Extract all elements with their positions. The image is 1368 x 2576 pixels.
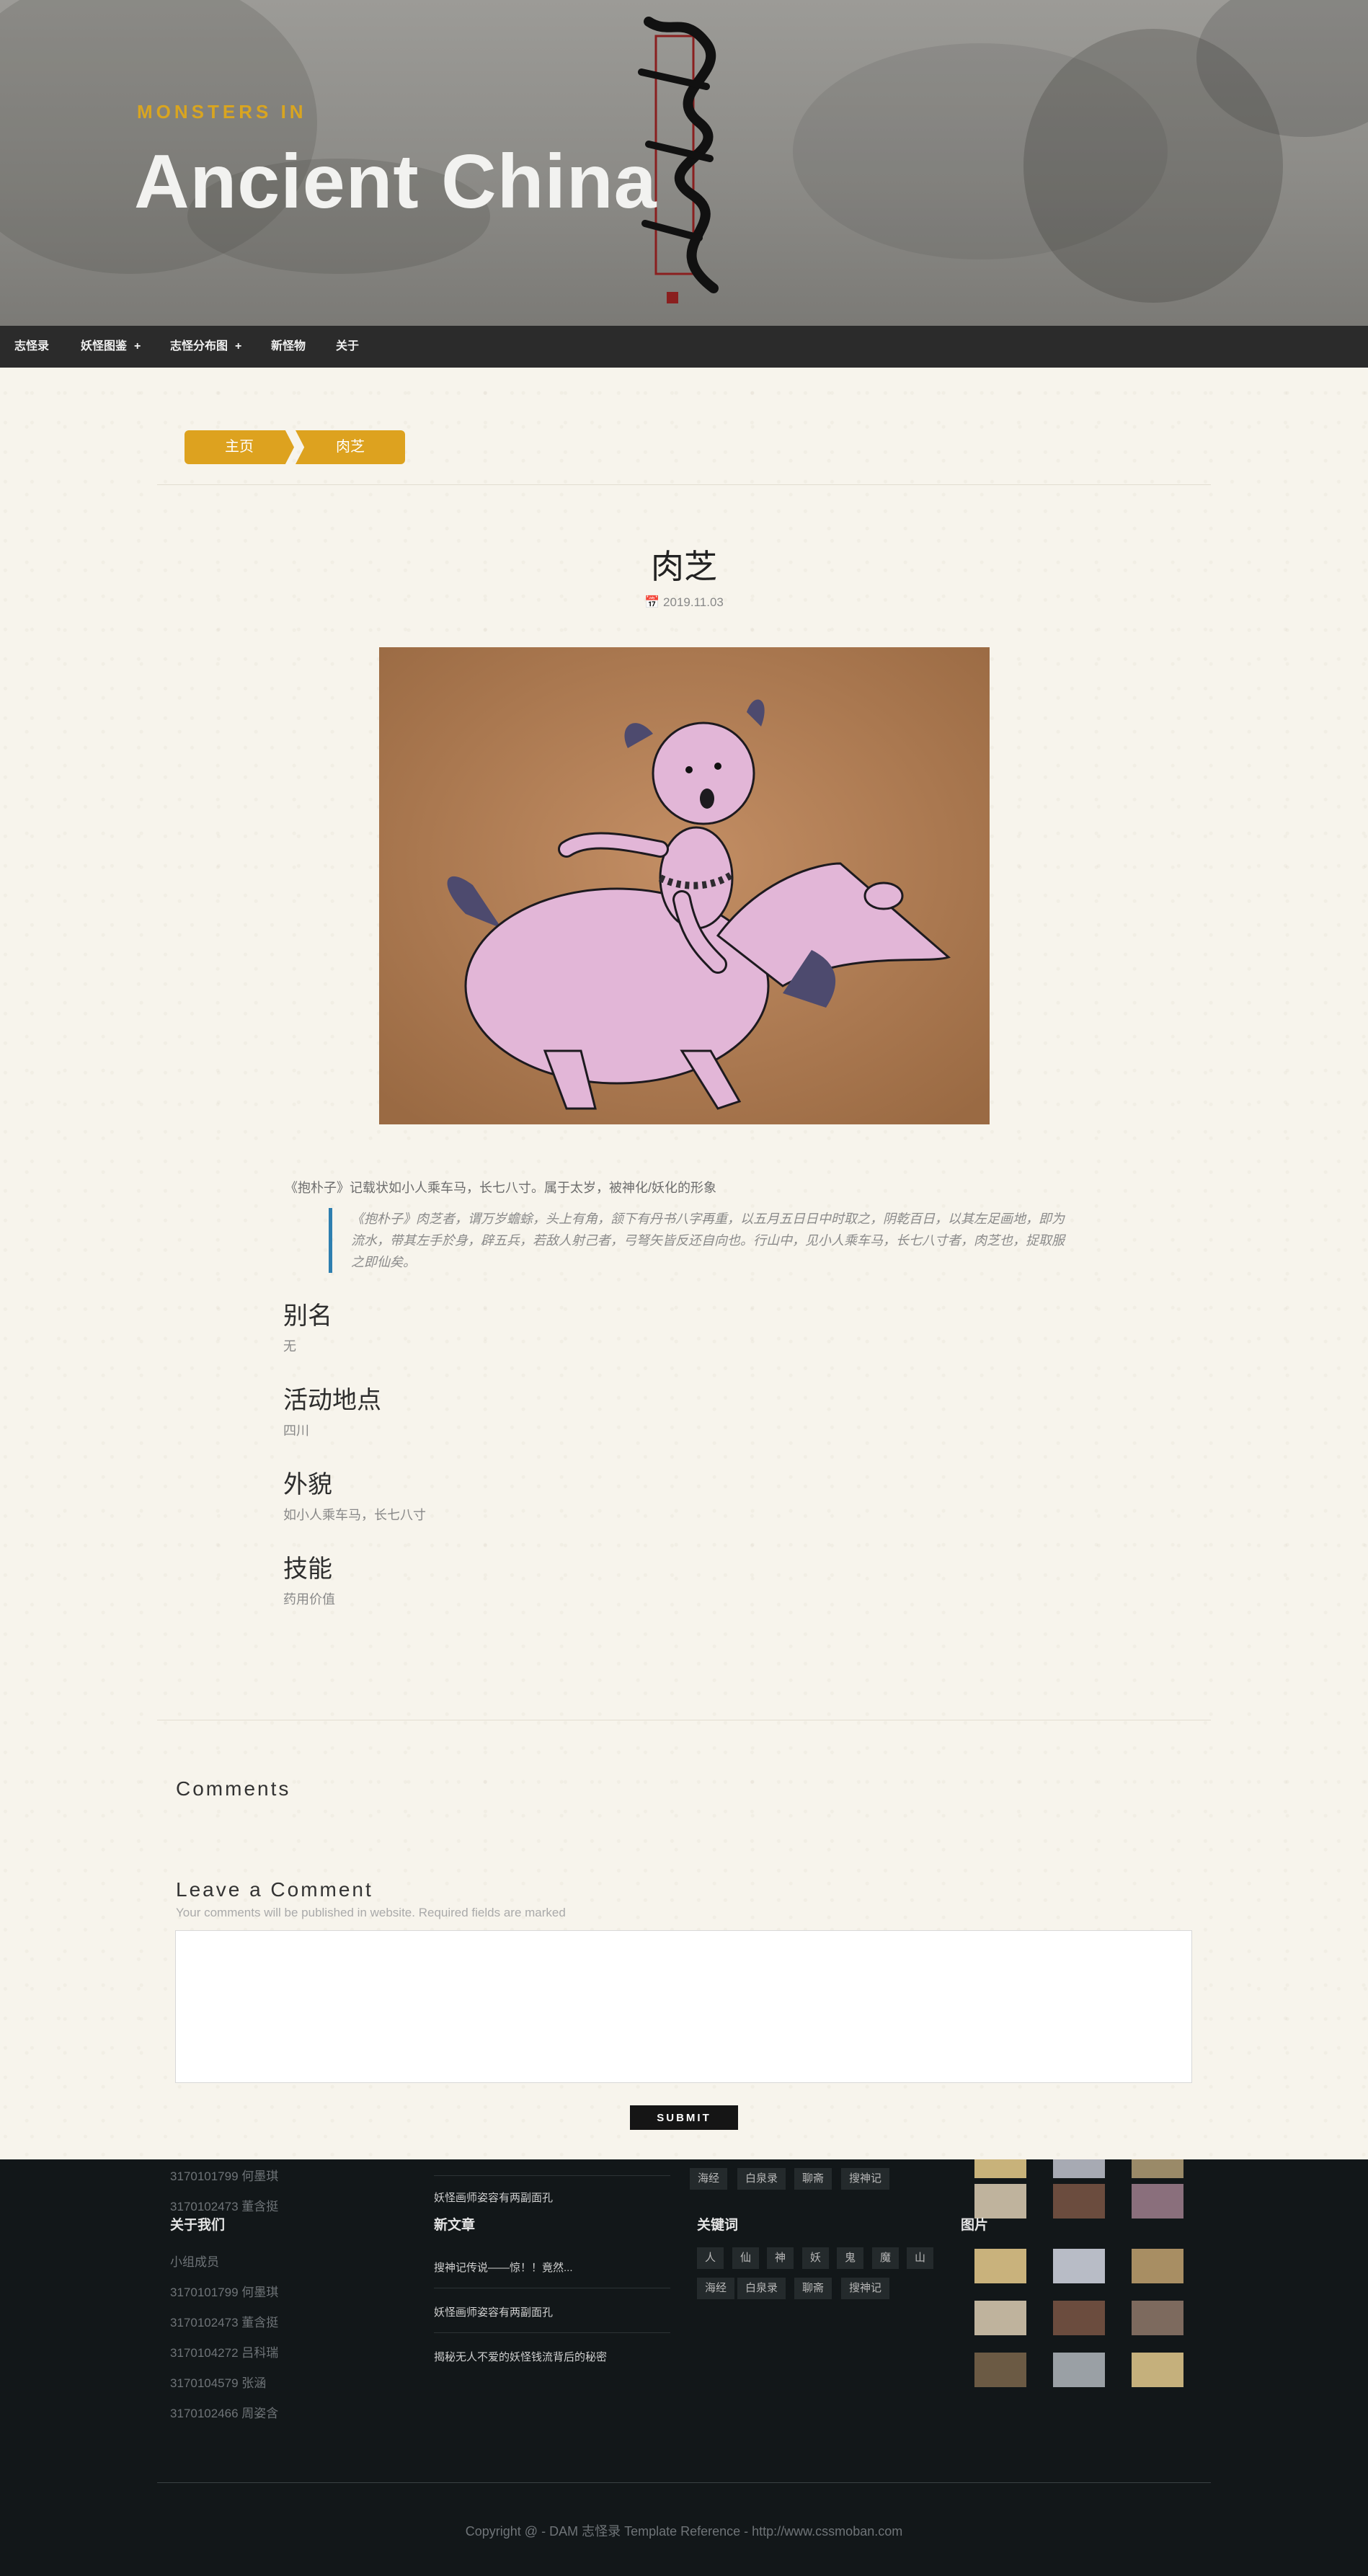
nav-item-label: 志怪录 bbox=[14, 340, 50, 352]
gallery-thumbnail[interactable] bbox=[1132, 2353, 1183, 2387]
section-heading-appearance: 外貌 bbox=[283, 1471, 332, 1498]
member-entry: 3170104579 张涵 bbox=[170, 2376, 267, 2390]
hero-title: Ancient China bbox=[134, 139, 657, 224]
nav-item-distribution-map[interactable]: 志怪分布图 + bbox=[170, 326, 241, 368]
plus-icon: + bbox=[235, 340, 242, 352]
nav-item-new-monsters[interactable]: 新怪物 bbox=[271, 326, 306, 368]
footer-post-link[interactable]: 揭秘无人不爱的妖怪钱流背后的秘密 bbox=[434, 2349, 607, 2364]
keyword-tag[interactable]: 仙 bbox=[732, 2247, 760, 2269]
member-entry: 3170101799 何墨琪 bbox=[170, 2286, 279, 2299]
section-text-alias: 无 bbox=[283, 1339, 296, 1354]
copyright-text: Copyright @ - DAM 志怪录 Template Reference… bbox=[465, 2524, 903, 2539]
footer-post-link[interactable]: 妖怪画师姿容有两副面孔 bbox=[434, 2304, 553, 2319]
footer-post-link[interactable]: 搜神记传说——惊！！竟然... bbox=[434, 2260, 573, 2275]
post-date: 📅 2019.11.03 bbox=[0, 595, 1368, 610]
keyword-tag[interactable]: 搜神记 bbox=[841, 2278, 890, 2299]
gallery-thumbnail[interactable] bbox=[1132, 2184, 1183, 2219]
section-heading-location: 活动地点 bbox=[283, 1387, 381, 1414]
footer-post-link[interactable]: 妖怪画师姿容有两副面孔 bbox=[434, 2190, 553, 2205]
divider bbox=[434, 2332, 670, 2333]
gallery-thumbnail[interactable] bbox=[1132, 2159, 1183, 2178]
main-nav: 志怪录 妖怪图鉴 + 志怪分布图 + 新怪物 关于 bbox=[0, 326, 1368, 368]
comment-note: Your comments will be published in websi… bbox=[176, 1906, 566, 1919]
keyword-tag[interactable]: 神 bbox=[767, 2247, 794, 2269]
gallery-thumbnail[interactable] bbox=[1132, 2301, 1183, 2335]
keyword-tag[interactable]: 山 bbox=[907, 2247, 934, 2269]
keyword-tag[interactable]: 鬼 bbox=[837, 2247, 864, 2269]
submit-button[interactable]: SUBMIT bbox=[630, 2105, 738, 2130]
calendar-icon: 📅 bbox=[644, 595, 660, 609]
gallery-thumbnail[interactable] bbox=[1053, 2353, 1105, 2387]
footer-heading-gallery: 图片 bbox=[961, 2218, 989, 2233]
post-intro: 《抱朴子》记载状如小人乘车马，长七八寸。属于太岁，被神化/妖化的形象 bbox=[285, 1181, 716, 1195]
comment-textarea[interactable] bbox=[175, 1930, 1192, 2083]
keyword-tag[interactable]: 白泉录 bbox=[737, 2278, 786, 2299]
keyword-tag[interactable]: 聊斋 bbox=[794, 2278, 832, 2299]
gallery-thumbnail[interactable] bbox=[1053, 2184, 1105, 2219]
member-entry: 3170102473 董含挺 bbox=[170, 2200, 279, 2213]
section-text-skills: 药用价值 bbox=[283, 1592, 335, 1607]
footer-heading-keywords: 关键词 bbox=[697, 2218, 739, 2233]
keyword-tag[interactable]: 人 bbox=[697, 2247, 724, 2269]
nav-item-monster-catalog[interactable]: 妖怪图鉴 + bbox=[81, 326, 141, 368]
post-quote: 《抱朴子》肉芝者，谓万岁蟾蜍，头上有角，颔下有丹书八字再重，以五月五日日中时取之… bbox=[329, 1208, 1070, 1273]
keyword-tag[interactable]: 搜神记 bbox=[841, 2168, 890, 2190]
hero-banner: MONSTERS IN Ancient China bbox=[0, 0, 1368, 326]
creature-illustration bbox=[379, 647, 990, 1124]
gallery-thumbnail[interactable] bbox=[974, 2159, 1026, 2178]
nav-item-label: 妖怪图鉴 bbox=[81, 340, 128, 352]
member-entry: 3170101799 何墨琪 bbox=[170, 2169, 279, 2183]
keyword-tag[interactable]: 海经 bbox=[690, 2168, 728, 2190]
gallery-thumbnail[interactable] bbox=[974, 2184, 1026, 2219]
gallery-thumbnail[interactable] bbox=[974, 2249, 1026, 2283]
gallery-thumbnail[interactable] bbox=[1132, 2249, 1183, 2283]
nav-item-label: 志怪分布图 bbox=[170, 340, 228, 352]
member-entry: 3170102473 董含挺 bbox=[170, 2316, 279, 2329]
divider bbox=[157, 2482, 1211, 2483]
post-date-text: 2019.11.03 bbox=[663, 595, 724, 609]
comments-heading: Comments bbox=[176, 1777, 291, 1800]
post-title: 肉芝 bbox=[651, 548, 717, 585]
nav-item-label: 新怪物 bbox=[271, 340, 306, 352]
footer-heading-new-posts: 新文章 bbox=[434, 2218, 476, 2233]
section-heading-alias: 别名 bbox=[283, 1302, 332, 1330]
breadcrumb-home[interactable]: 主页 bbox=[185, 430, 294, 464]
member-entry: 3170104272 吕科瑞 bbox=[170, 2346, 279, 2360]
gallery-thumbnail[interactable] bbox=[1053, 2301, 1105, 2335]
member-entry: 3170102466 周姿含 bbox=[170, 2407, 279, 2420]
section-heading-skills: 技能 bbox=[283, 1555, 332, 1583]
keyword-tag[interactable]: 魔 bbox=[872, 2247, 900, 2269]
section-text-appearance: 如小人乘车马，长七八寸 bbox=[283, 1508, 426, 1522]
divider bbox=[157, 484, 1211, 485]
divider bbox=[434, 2175, 670, 2176]
keyword-tag[interactable]: 白泉录 bbox=[737, 2168, 786, 2190]
gallery-thumbnail[interactable] bbox=[974, 2353, 1026, 2387]
gallery-thumbnail[interactable] bbox=[1053, 2249, 1105, 2283]
keyword-tag[interactable]: 妖 bbox=[802, 2247, 830, 2269]
member-entry: 小组成员 bbox=[170, 2255, 219, 2269]
gallery-thumbnail[interactable] bbox=[974, 2301, 1026, 2335]
nav-item-home[interactable]: 志怪录 bbox=[14, 326, 49, 368]
keyword-tag[interactable]: 海经 bbox=[697, 2278, 735, 2299]
breadcrumb-current: 肉芝 bbox=[296, 430, 405, 464]
plus-icon: + bbox=[134, 340, 141, 352]
leave-comment-heading: Leave a Comment bbox=[176, 1878, 373, 1901]
gallery-thumbnail[interactable] bbox=[1053, 2159, 1105, 2178]
nav-item-label: 关于 bbox=[336, 340, 360, 352]
post-image bbox=[379, 647, 990, 1124]
site-footer: 3170101799 何墨琪 3170102473 董含挺 妖怪画师姿容有两副面… bbox=[0, 2159, 1368, 2576]
footer-heading-about: 关于我们 bbox=[170, 2218, 226, 2233]
hero-kicker: MONSTERS IN bbox=[137, 101, 307, 123]
keyword-tag[interactable]: 聊斋 bbox=[794, 2168, 832, 2190]
nav-item-about[interactable]: 关于 bbox=[336, 326, 359, 368]
section-text-location: 四川 bbox=[283, 1424, 309, 1438]
